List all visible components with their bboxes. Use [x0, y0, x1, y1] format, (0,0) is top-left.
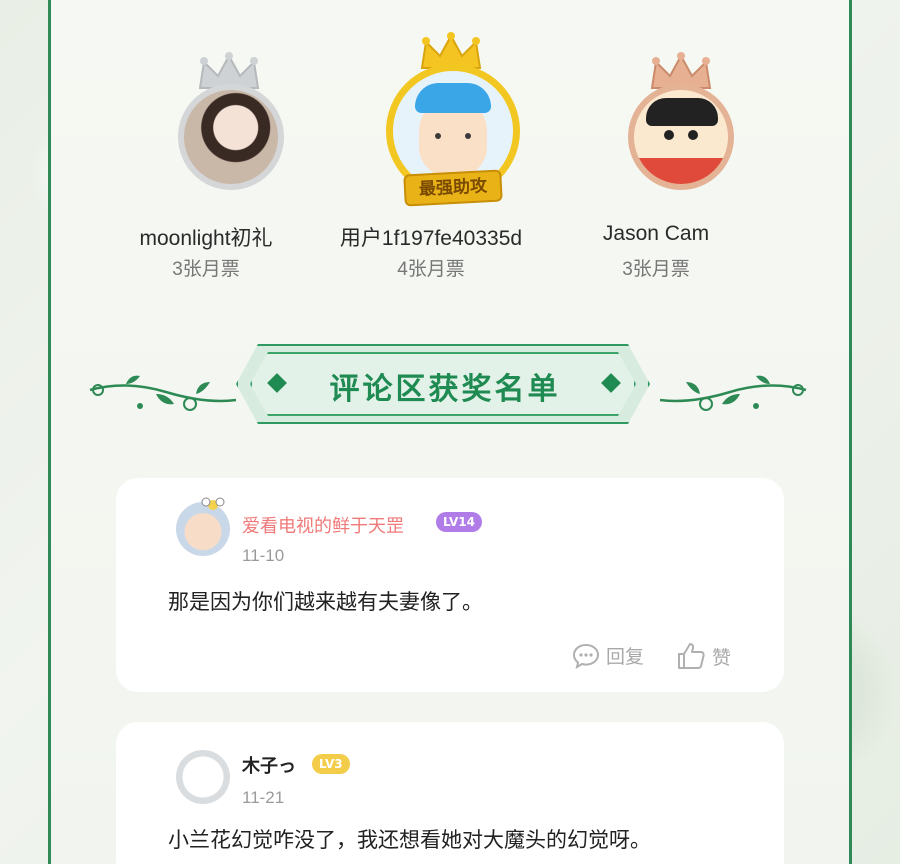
podium-name-2: moonlight初礼	[139, 227, 273, 250]
best-assist-badge: 最强助攻	[403, 169, 503, 207]
right-vine-decoration	[659, 375, 807, 411]
podium-votes-3: 3张月票	[622, 259, 690, 280]
comment-card: 爱看电视的鲜于天罡 LV14 11-10 那是因为你们越来越有夫妻像了。 回复 …	[116, 478, 784, 692]
thumbs-up-icon	[678, 643, 705, 669]
podium-name-3: Jason Cam	[602, 222, 710, 245]
level-badge: LV14	[436, 512, 482, 532]
comment-text: 小兰花幻觉咋没了，我还想看她对大魔头的幻觉呀。	[168, 829, 651, 852]
podium-name-1: 用户1f197fe40335d	[339, 227, 523, 250]
section-title: 评论区获奖名单	[329, 372, 561, 407]
avatar[interactable]	[628, 84, 734, 190]
level-badge: LV3	[312, 754, 350, 774]
comment-card: 木子っ LV3 11-21 小兰花幻觉咋没了，我还想看她对大魔头的幻觉呀。	[116, 722, 784, 864]
podium-votes-1: 4张月票	[397, 259, 465, 280]
podium-votes-2: 3张月票	[172, 259, 240, 280]
avatar[interactable]	[178, 84, 284, 190]
flower-icon	[201, 497, 225, 510]
avatar[interactable]	[176, 750, 230, 804]
comment-text: 那是因为你们越来越有夫妻像了。	[168, 591, 483, 614]
comment-bubble-icon	[572, 643, 600, 669]
comment-username[interactable]: 爱看电视的鲜于天罡	[242, 512, 404, 538]
comment-date: 11-10	[242, 546, 285, 565]
like-label: 赞	[712, 647, 732, 669]
comment-username[interactable]: 木子っ	[242, 752, 296, 778]
like-button[interactable]: 赞	[676, 642, 731, 670]
reply-label: 回复	[606, 647, 645, 668]
comment-date: 11-21	[242, 788, 285, 807]
left-vine-decoration	[89, 375, 237, 411]
reply-button[interactable]: 回复	[572, 642, 644, 669]
